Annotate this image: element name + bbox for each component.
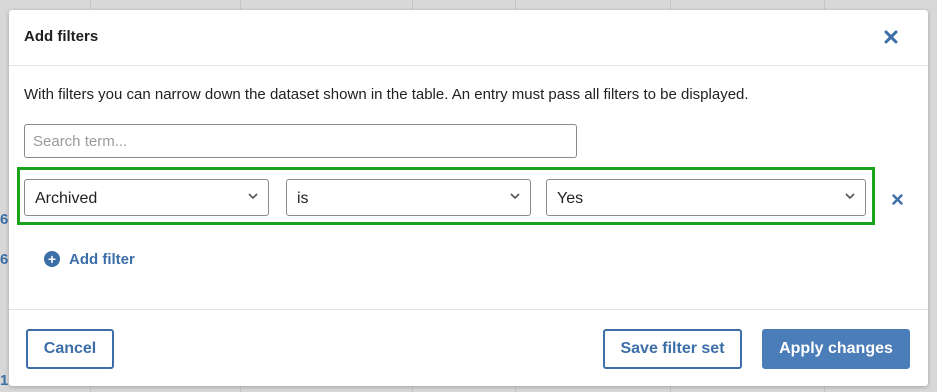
table-row-number: 6 bbox=[0, 251, 9, 268]
filter-field-select[interactable]: Archived bbox=[24, 179, 269, 216]
dialog-description: With filters you can narrow down the dat… bbox=[24, 86, 749, 103]
save-filter-set-button[interactable]: Save filter set bbox=[603, 329, 742, 369]
cancel-button[interactable]: Cancel bbox=[26, 329, 114, 369]
cancel-label: Cancel bbox=[43, 340, 97, 357]
close-icon bbox=[884, 30, 898, 44]
add-filters-dialog: Add filters With filters you can narrow … bbox=[9, 10, 928, 386]
filter-field-value: Archived bbox=[35, 190, 98, 207]
table-row-number: 1 bbox=[0, 372, 9, 389]
filter-row: Archived is Yes bbox=[17, 167, 875, 225]
chevron-down-icon bbox=[510, 193, 520, 200]
chevron-down-icon bbox=[248, 193, 258, 200]
apply-changes-button[interactable]: Apply changes bbox=[762, 329, 910, 369]
filter-operator-select[interactable]: is bbox=[286, 179, 531, 216]
filter-operator-value: is bbox=[297, 190, 309, 207]
filter-value-value: Yes bbox=[557, 190, 584, 207]
search-input[interactable] bbox=[24, 124, 577, 158]
remove-filter-button[interactable] bbox=[887, 188, 907, 210]
dialog-header: Add filters bbox=[9, 10, 928, 66]
table-row-number: 6 bbox=[0, 211, 9, 228]
close-icon bbox=[891, 193, 903, 205]
save-filter-set-label: Save filter set bbox=[620, 340, 725, 357]
apply-changes-label: Apply changes bbox=[779, 340, 893, 357]
plus-circle-icon: + bbox=[44, 251, 60, 267]
filter-value-select[interactable]: Yes bbox=[546, 179, 866, 216]
chevron-down-icon bbox=[845, 193, 855, 200]
dialog-footer: Cancel Save filter set Apply changes bbox=[9, 309, 928, 387]
add-filter-button[interactable]: + Add filter bbox=[44, 248, 135, 270]
close-button[interactable] bbox=[880, 24, 902, 50]
dialog-title: Add filters bbox=[24, 28, 99, 45]
add-filter-label: Add filter bbox=[69, 250, 135, 268]
